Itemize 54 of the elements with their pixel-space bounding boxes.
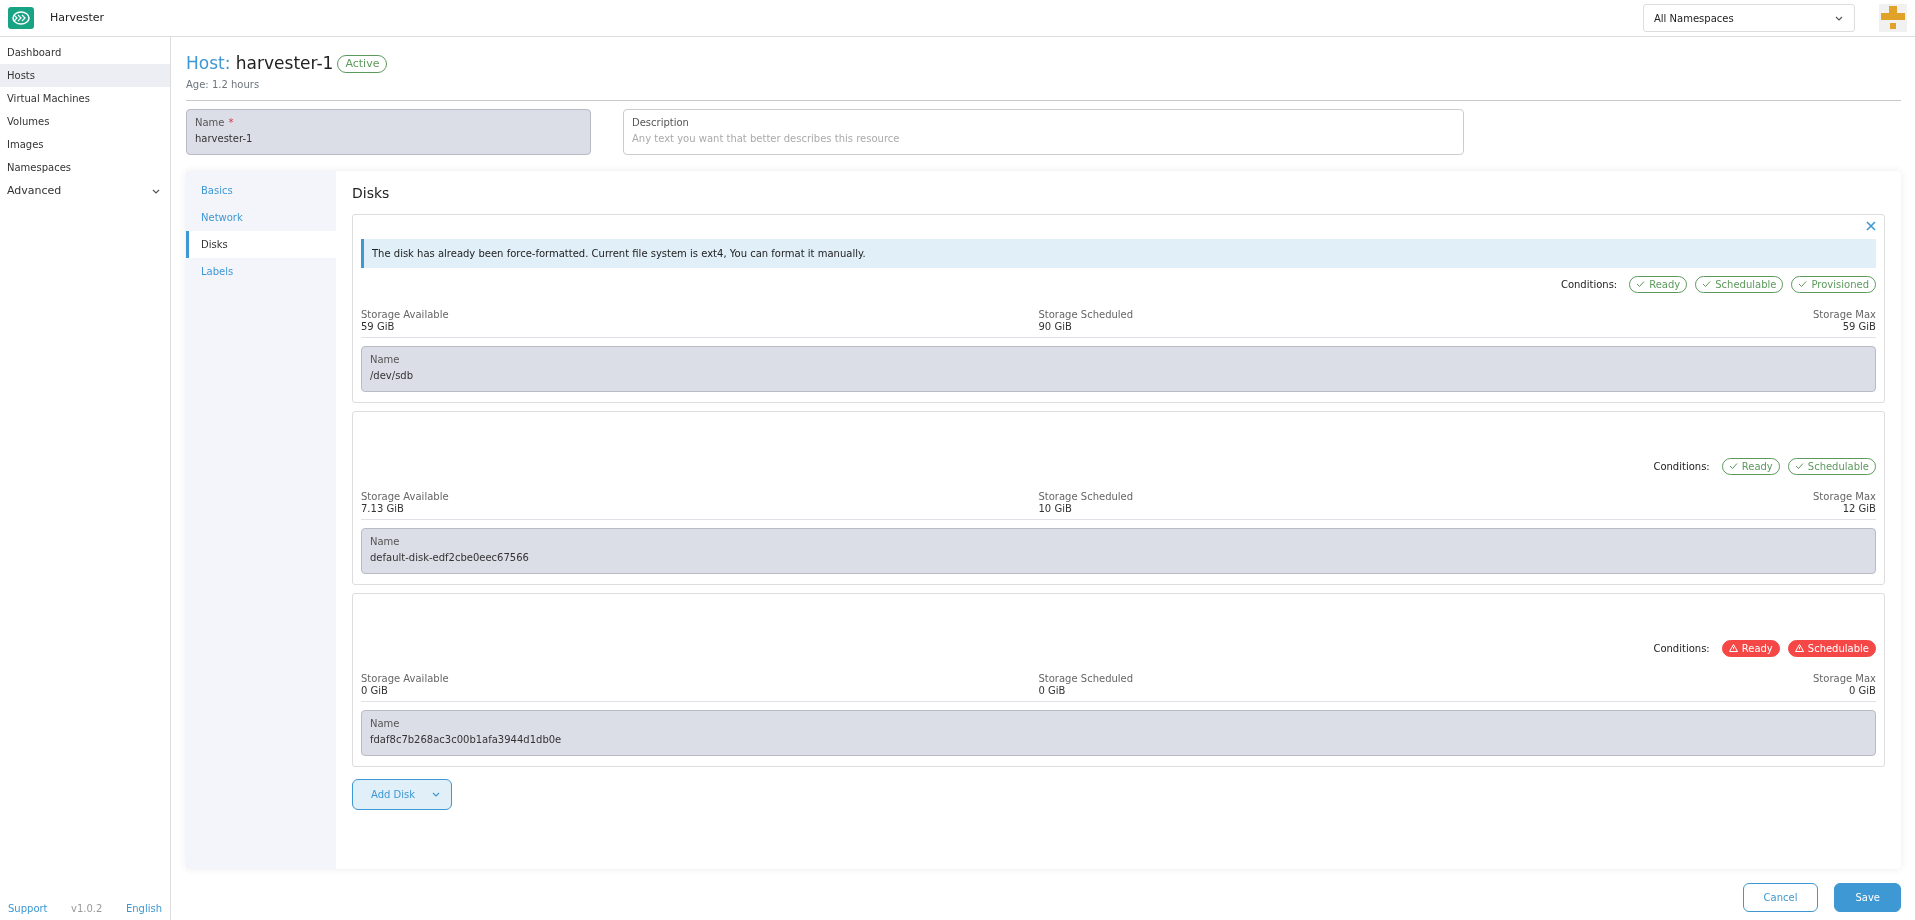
logo-icon xyxy=(8,7,34,29)
stat-value: 0 GiB xyxy=(1038,684,1067,697)
warning-icon xyxy=(1728,644,1738,652)
check-icon xyxy=(1794,462,1804,470)
stat-label: Storage Scheduled xyxy=(1038,308,1134,321)
sidebar-item[interactable]: Hosts xyxy=(0,64,170,87)
stat-value: 59 GiB xyxy=(1841,320,1876,333)
field-label: Description xyxy=(632,115,689,130)
stat-label: Storage Max xyxy=(1813,308,1876,321)
stat-value: 7.13 GiB xyxy=(361,502,405,515)
stat-value: 12 GiB xyxy=(1841,502,1876,515)
age-text: Age: 1.2 hours xyxy=(186,77,261,92)
conditions-label: Conditions: xyxy=(1653,459,1710,474)
condition-badge: Ready xyxy=(1721,639,1780,657)
warning-icon xyxy=(1794,644,1804,652)
stat-label: Storage Max xyxy=(1813,490,1876,503)
sidebar-item[interactable]: Volumes xyxy=(0,110,170,133)
namespace-select[interactable]: All Namespaces xyxy=(1643,4,1855,32)
field-label: Name xyxy=(370,534,400,549)
stat-label: Storage Scheduled xyxy=(1038,490,1134,503)
stat-label: Storage Available xyxy=(361,490,449,503)
sidebar-item[interactable]: Dashboard xyxy=(0,41,170,64)
conditions-label: Conditions: xyxy=(1560,277,1618,292)
field-label: Name xyxy=(370,352,400,367)
sidebar-item[interactable]: Namespaces xyxy=(0,156,170,179)
sidebar-group[interactable]: Advanced xyxy=(0,179,170,204)
conditions-label: Conditions: xyxy=(1653,641,1710,656)
sidebar-item[interactable]: Virtual Machines xyxy=(0,87,170,110)
tab[interactable]: Disks xyxy=(186,230,336,258)
check-icon xyxy=(1636,280,1646,288)
check-icon xyxy=(1702,280,1712,288)
required-mark: * xyxy=(228,115,234,130)
stat-value: 0 GiB xyxy=(361,684,389,697)
sidebar-item[interactable]: Images xyxy=(0,133,170,156)
stat-value: 59 GiB xyxy=(361,320,396,333)
check-icon xyxy=(1728,462,1738,470)
stat-label: Storage Available xyxy=(361,308,449,321)
page-title: Host: harvester-1 xyxy=(186,52,334,75)
condition-badge: Schedulable xyxy=(1787,639,1876,657)
check-icon xyxy=(1798,280,1808,288)
field-label: Name xyxy=(370,716,400,731)
section-title: Disks xyxy=(352,183,391,203)
stat-label: Storage Available xyxy=(361,672,449,685)
stat-label: Storage Max xyxy=(1813,672,1876,685)
field-label: Name xyxy=(195,115,225,130)
stat-label: Storage Scheduled xyxy=(1038,672,1134,685)
avatar-icon[interactable] xyxy=(1879,4,1907,32)
app-title: Harvester xyxy=(50,9,105,26)
version-text: v1.0.2 xyxy=(71,902,103,916)
close-icon[interactable] xyxy=(1866,220,1876,231)
stat-value: 90 GiB xyxy=(1038,320,1073,333)
stat-value: 0 GiB xyxy=(1848,684,1876,697)
info-banner: The disk has already been force-formatted. Current file system is ext4, You can format it manually. xyxy=(361,238,1876,268)
stat-value: 10 GiB xyxy=(1038,502,1073,515)
